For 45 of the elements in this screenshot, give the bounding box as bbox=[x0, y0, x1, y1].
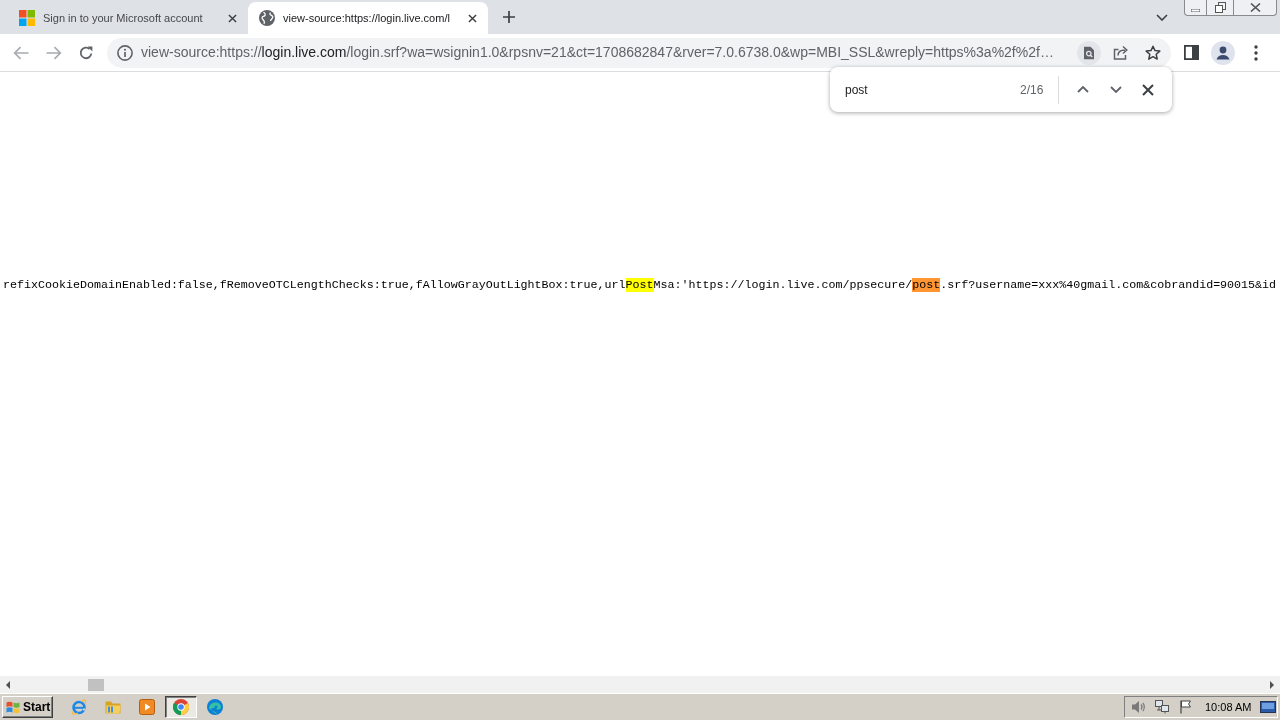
star-icon[interactable] bbox=[1145, 44, 1161, 61]
swirl-logo-icon[interactable] bbox=[207, 699, 223, 715]
circle-logo-icon bbox=[173, 699, 189, 715]
menu-icon[interactable] bbox=[1254, 44, 1258, 61]
monitor-icon[interactable] bbox=[1260, 701, 1276, 713]
restore-icon bbox=[1214, 2, 1226, 13]
chevron-up-icon[interactable] bbox=[1077, 86, 1089, 93]
taskbar-button[interactable] bbox=[165, 696, 197, 718]
match-count: 2/16 bbox=[1020, 81, 1044, 99]
find-input[interactable]: post bbox=[845, 79, 1010, 100]
browser-tab[interactable]: view-source:https://login.live.com/l bbox=[248, 2, 488, 34]
start-button[interactable]: Start bbox=[2, 696, 53, 718]
chevron-down-icon[interactable] bbox=[1110, 86, 1122, 93]
flag-icon[interactable] bbox=[1180, 700, 1192, 714]
url-text: view-source:https://login.live.com/login.srf?wa=wsignin1.0&rpsnv=21&ct=1708682847&rver=7.0.6738.0&wp=MBI_SSL&wreply=https%3a%2f%2f… bbox=[141, 43, 1055, 62]
left-arrow-icon[interactable] bbox=[6, 680, 10, 689]
side-panel-icon[interactable] bbox=[1184, 45, 1199, 60]
minimize-icon bbox=[1191, 9, 1200, 12]
browser-tab[interactable]: Sign in to your Microsoft account bbox=[8, 2, 248, 34]
close-icon[interactable] bbox=[228, 13, 237, 23]
speaker-icon[interactable] bbox=[1131, 700, 1145, 714]
scrollbar-thumb[interactable] bbox=[88, 678, 104, 691]
reload-icon[interactable] bbox=[79, 45, 93, 60]
wavy-flag-logo-icon bbox=[6, 700, 20, 714]
four-squares-logo-icon bbox=[19, 10, 35, 26]
network-icon[interactable] bbox=[1155, 700, 1169, 714]
close-window-button[interactable] bbox=[1234, 0, 1277, 16]
chevron-down-icon[interactable] bbox=[1156, 13, 1168, 21]
source-code-line: refixCookieDomainEnabled:false,fRemoveOTCLengthChecks:true,fAllowGrayOutLightBox:true,urlPostMsa:'https://login.live.com/ppsecure/post.srf?username=xxx%40gmail.com&cobrandid=90015&id bbox=[3, 278, 1277, 292]
info-icon[interactable] bbox=[117, 44, 133, 61]
profile-icon[interactable] bbox=[1211, 40, 1235, 65]
share-icon[interactable] bbox=[1113, 45, 1129, 60]
right-arrow-icon[interactable] bbox=[1270, 680, 1274, 689]
globe-icon bbox=[259, 10, 275, 26]
find-in-page-button[interactable] bbox=[1077, 40, 1101, 65]
address-bar[interactable]: view-source:https://login.live.com/login.srf?wa=wsignin1.0&rpsnv=21&ct=1708682847&rver=7.0.6738.0&wp=MBI_SSL&wreply=https%3a%2f%2f… bbox=[107, 37, 1171, 68]
close-icon bbox=[1249, 3, 1261, 12]
plus-icon[interactable] bbox=[503, 11, 515, 23]
play-tile-icon[interactable] bbox=[139, 699, 155, 715]
close-icon[interactable] bbox=[468, 13, 477, 23]
restore-button[interactable] bbox=[1207, 0, 1234, 16]
document-magnifier-icon bbox=[1083, 45, 1095, 60]
clock-text: 10:08 AM bbox=[1205, 699, 1252, 715]
close-icon[interactable] bbox=[1142, 83, 1154, 96]
horizontal-scrollbar[interactable] bbox=[0, 676, 1280, 693]
